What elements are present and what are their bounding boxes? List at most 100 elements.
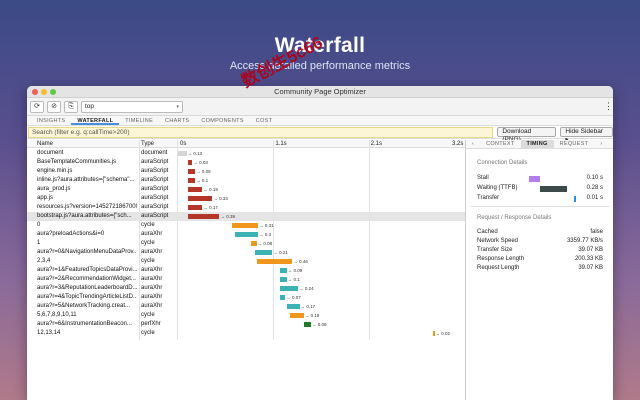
window-controls	[32, 89, 56, 95]
clear-icon[interactable]: ⊘	[47, 100, 61, 113]
duration-value: 0.3	[264, 232, 272, 237]
timeline-tick-label: 0s	[180, 141, 187, 147]
response-detail-row: Cached false	[477, 228, 603, 237]
timing-segment-bar	[539, 186, 568, 192]
request-name: aura?r=6&InstrumentationBeacon...	[37, 321, 132, 327]
sidebar-tab-context[interactable]: CONTEXT	[480, 140, 520, 148]
duration-value: 0.1	[201, 178, 209, 183]
column-header-name[interactable]: Name	[37, 140, 53, 148]
response-detail-value: 200.33 KB	[574, 256, 603, 262]
tab-charts[interactable]: CHARTS	[159, 116, 195, 125]
table-row[interactable]: aura_prod.js auraScript → 0.19	[27, 185, 465, 194]
timing-bar	[432, 331, 435, 336]
timing-bar	[256, 259, 293, 264]
table-row[interactable]: aura?r=3&ReputationLeaderboardD... auraXh…	[27, 284, 465, 293]
tab-components[interactable]: COMPONENTS	[195, 116, 249, 125]
duration-label: → 0.19	[203, 185, 218, 194]
table-row[interactable]: document document → 0.13	[27, 149, 465, 158]
response-details-title: Request / Response Details	[477, 215, 552, 221]
request-type: cycle	[141, 222, 155, 228]
request-name: resources.js?version=1452721867000	[37, 204, 137, 210]
table-row[interactable]: 1 cycle → 0.08	[27, 239, 465, 248]
column-header-type[interactable]: Type	[141, 140, 154, 148]
connection-details-title: Connection Details	[477, 160, 528, 166]
window-title: Community Page Optimizer	[274, 87, 366, 96]
table-row[interactable]: aura?r=2&RecommendationWidget... auraXhr →…	[27, 275, 465, 284]
table-row[interactable]: app.js auraScript → 0.34	[27, 194, 465, 203]
connection-detail-value: 0.10 s	[586, 175, 603, 181]
hero-subtitle: Access detailed performance metrics	[229, 60, 411, 72]
request-name: aura?r=4&TopicTrendingArticleListD...	[37, 294, 137, 300]
timing-bar	[178, 151, 187, 156]
request-type: auraScript	[141, 177, 169, 183]
close-window-button[interactable]	[32, 89, 38, 95]
download-png-button[interactable]: Download (PNG)	[497, 127, 557, 143]
duration-value: 0.39	[226, 214, 235, 219]
timing-bar	[286, 304, 300, 309]
timing-bar	[188, 196, 213, 201]
table-row[interactable]: aura?r=4&TopicTrendingArticleListD... aur…	[27, 293, 465, 302]
connection-detail-value: 0.01 s	[586, 195, 603, 201]
table-row[interactable]: aura?r=5&NetworkTracking.creat... auraXhr…	[27, 302, 465, 311]
toolbar: ⟳ ⊘ ⎘ top ▾ ⋮	[27, 98, 613, 116]
table-row[interactable]: engine.min.js auraScript → 0.09	[27, 167, 465, 176]
frame-select[interactable]: top ▾	[81, 100, 183, 113]
duration-label: → 0.18	[305, 311, 320, 320]
duration-label: → 0.1	[196, 176, 208, 185]
sidebar-tab-prev[interactable]: ‹	[466, 140, 480, 148]
sidebar-tab-next[interactable]: ›	[594, 140, 608, 148]
connection-detail-key: Waiting (TTFB)	[477, 185, 518, 191]
tab-insights[interactable]: INSIGHTS	[31, 116, 71, 125]
minimize-window-button[interactable]	[41, 89, 47, 95]
search-input[interactable]: Search (filter e.g. q:callTime>200)	[28, 126, 494, 138]
table-row[interactable]: aura?r=6&InstrumentationBeacon... perfXhr…	[27, 320, 465, 329]
timing-bar	[289, 313, 304, 318]
connection-detail-key: Stall	[477, 175, 489, 181]
table-row[interactable]: 12,13,14 cycle → 0.02	[27, 329, 465, 338]
more-menu-icon[interactable]: ⋮	[604, 101, 613, 112]
request-name: 5,6,7,8,9,10,11	[37, 312, 77, 318]
hide-sidebar-button[interactable]: Hide Sidebar ▸	[560, 127, 613, 143]
table-row[interactable]: bootstrap.js?aura.attributes={"sch... aur…	[27, 212, 465, 221]
table-row[interactable]: aura?preloadActions&i=0 auraXhr → 0.3	[27, 230, 465, 239]
duration-value: 0.02	[441, 331, 451, 336]
maximize-window-button[interactable]	[50, 89, 56, 95]
response-detail-key: Request Length	[477, 265, 520, 271]
request-type: auraScript	[141, 168, 169, 174]
timing-bar	[188, 178, 196, 183]
timing-bar	[188, 205, 203, 210]
response-detail-key: Network Speed	[477, 238, 519, 244]
tab-cost[interactable]: COST	[250, 116, 278, 125]
table-row[interactable]: aura?r=1&FeaturedTopicsDataProvi... auraX…	[27, 266, 465, 275]
table-row[interactable]: 2,3,4 cycle → 0.46	[27, 257, 465, 266]
table-row[interactable]: BaseTemplateCommunities.js auraScript → 0.…	[27, 158, 465, 167]
duration-label: → 0.13	[188, 149, 203, 158]
reload-icon[interactable]: ⟳	[30, 100, 44, 113]
duration-label: → 0.31	[259, 221, 274, 230]
request-type: auraXhr	[141, 231, 163, 237]
timing-bar	[303, 322, 311, 327]
timing-bar	[232, 223, 259, 228]
response-detail-value: 39.07 KB	[578, 247, 603, 253]
request-name: aura?r=0&NavigationMenuDataProv...	[37, 249, 137, 255]
table-row[interactable]: aura?r=0&NavigationMenuDataProv... auraXh…	[27, 248, 465, 257]
table-row[interactable]: 0 cycle → 0.31	[27, 221, 465, 230]
sidebar-tab-timing[interactable]: TIMING	[520, 140, 554, 148]
request-name: 0	[37, 222, 41, 228]
timing-bar	[255, 250, 273, 255]
tab-waterfall[interactable]: WATERFALL	[71, 116, 120, 125]
response-detail-value: 3359.77 KB/s	[566, 238, 603, 244]
table-row[interactable]: resources.js?version=1452721867000 auraSc…	[27, 203, 465, 212]
duration-label: → 0.17	[301, 302, 316, 311]
request-type: auraScript	[141, 213, 169, 219]
page-icon[interactable]: ⎘	[64, 100, 78, 113]
tab-timeline[interactable]: TIMELINE	[119, 116, 159, 125]
duration-label: → 0.08	[258, 239, 273, 248]
duration-label: → 0.21	[273, 248, 288, 257]
divider	[471, 206, 609, 207]
request-name: 12,13,14	[37, 330, 61, 336]
sidebar-tab-request[interactable]: REQUEST	[554, 140, 595, 148]
table-row[interactable]: 5,6,7,8,9,10,11 cycle → 0.18	[27, 311, 465, 320]
sidebar-panel: ‹ CONTEXT TIMING REQUEST › Connection Detail…	[465, 140, 613, 400]
table-row[interactable]: inline.js?aura.attributes={"schema"... au…	[27, 176, 465, 185]
